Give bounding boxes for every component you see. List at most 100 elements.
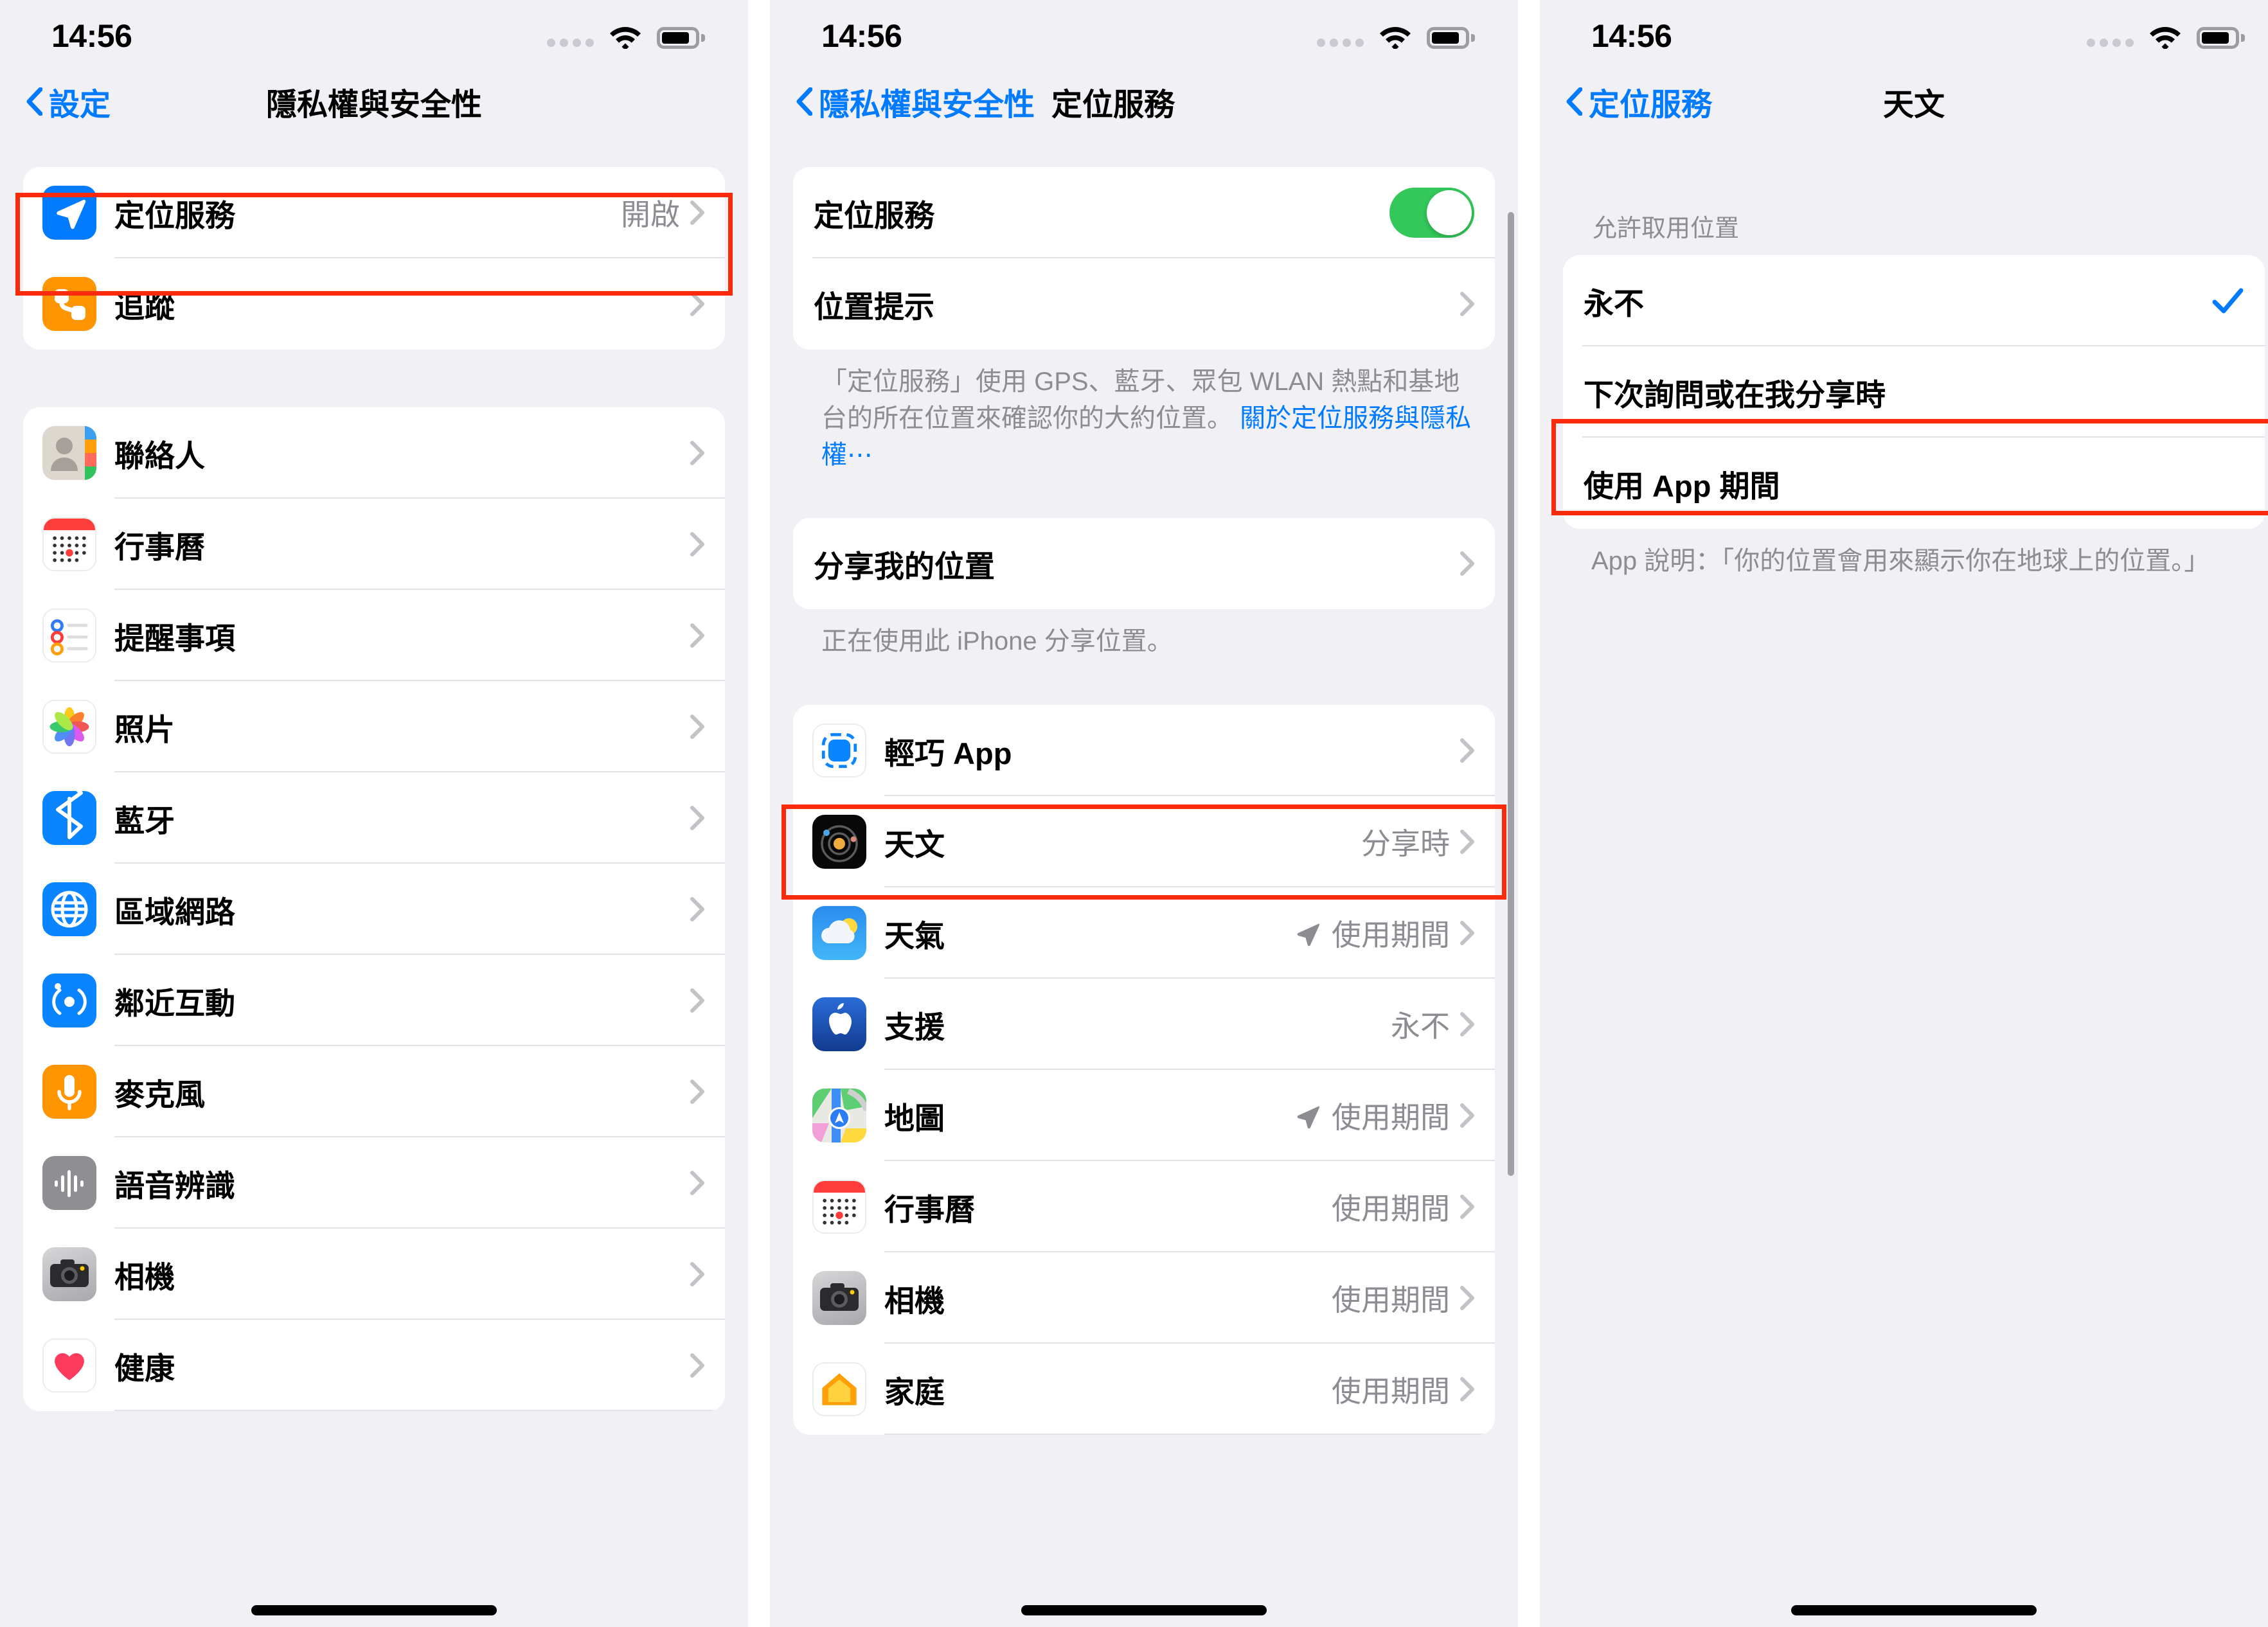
- option-label: 使用 App 期間: [1584, 468, 1780, 503]
- chevron-right-icon: [690, 1171, 704, 1195]
- list-item-right: 永不: [1391, 1003, 1474, 1045]
- back-button-settings[interactable]: 設定: [26, 79, 111, 124]
- phone-screen-privacy-security: 14:56 設定 隱私權與安全性 定位服務 開啟 追蹤 聯絡人 行事曆 提醒事項…: [0, 0, 748, 1627]
- apps-location-group: 輕巧 App 天文 分享時 天氣 使用期間 支援 永不 地圖 使用期間 行事曆 …: [793, 705, 1495, 1436]
- list-item-value: 永不: [1391, 1009, 1450, 1044]
- location-arrow-icon: [1297, 1106, 1320, 1129]
- speech-recognition-icon: [42, 1156, 96, 1210]
- list-item-label: 天文: [884, 827, 945, 862]
- cellular-signal-icon: [547, 39, 594, 49]
- calendar-icon: [42, 517, 96, 571]
- list-item-right: 使用期間: [1293, 912, 1474, 954]
- list-item-photos[interactable]: 照片: [23, 681, 725, 772]
- list-item-bluetooth[interactable]: 藍牙: [23, 772, 725, 864]
- back-button-label: 設定: [49, 88, 111, 122]
- list-item-location-alerts[interactable]: 位置提示: [793, 258, 1495, 350]
- chevron-right-icon: [690, 441, 704, 465]
- list-item-right: 分享時: [1361, 821, 1474, 863]
- list-item-contacts[interactable]: 聯絡人: [23, 407, 725, 499]
- list-item-right: 開啟: [621, 191, 704, 234]
- list-item-camera[interactable]: 相機: [23, 1229, 725, 1320]
- list-item-maps[interactable]: 地圖 使用期間: [793, 1070, 1495, 1162]
- option-label: 下次詢問或在我分享時: [1584, 377, 1886, 412]
- section-header-allow-location-access: 允許取用位置: [1593, 215, 1740, 242]
- panel-divider-2: [1518, 0, 1540, 1627]
- chevron-right-icon: [690, 1080, 704, 1104]
- chevron-right-icon: [690, 1353, 704, 1378]
- list-item-speech-recognition[interactable]: 語音辨識: [23, 1137, 725, 1229]
- phone-screen-location-services: 14:56 隱私權與安全性 定位服務 定位服務 位置提示 「定位服務」使用 GP…: [770, 0, 1518, 1627]
- list-item-calendar-2[interactable]: 行事曆 使用期間: [793, 1161, 1495, 1253]
- list-item-share-my-location[interactable]: 分享我的位置: [793, 518, 1495, 610]
- status-icons: [1317, 23, 1475, 49]
- list-item-astronomy[interactable]: 天文 分享時: [793, 796, 1495, 888]
- location-permission-options-group: 永不 下次詢問或在我分享時 使用 App 期間: [1563, 255, 2265, 529]
- local-network-icon: [42, 882, 96, 936]
- cellular-signal-icon: [2087, 39, 2134, 49]
- location-services-toggle[interactable]: [1389, 188, 1474, 238]
- list-item-right: 使用期間: [1332, 1368, 1474, 1410]
- option-while-using-the-app[interactable]: 使用 App 期間: [1563, 438, 2265, 529]
- back-button-location-services[interactable]: 定位服務: [1566, 79, 1712, 124]
- list-item-value: 使用期間: [1332, 1374, 1450, 1409]
- back-button-label: 隱私權與安全性: [819, 88, 1035, 122]
- panel2-content: 定位服務 位置提示 「定位服務」使用 GPS、藍牙、眾包 WLAN 熱點和基地台…: [770, 167, 1518, 1436]
- list-item-nearby-interactions[interactable]: 鄰近互動: [23, 955, 725, 1046]
- wifi-icon: [610, 27, 641, 49]
- chevron-right-icon: [690, 623, 704, 648]
- app-clips-icon: [812, 724, 866, 778]
- list-item-label: 分享我的位置: [814, 549, 995, 583]
- chevron-right-icon: [1460, 1286, 1474, 1311]
- home-indicator-1: [251, 1605, 497, 1615]
- location-arrow-icon: [1297, 923, 1320, 947]
- reminders-icon: [42, 609, 96, 662]
- list-item-label: 位置提示: [814, 289, 934, 324]
- status-bar-1: 14:56: [0, 0, 748, 72]
- list-item-label: 相機: [114, 1259, 175, 1294]
- list-item-support[interactable]: 支援 永不: [793, 979, 1495, 1071]
- list-item-location-services-toggle[interactable]: 定位服務: [793, 167, 1495, 258]
- option-ask-next-time-or-when-i-share[interactable]: 下次詢問或在我分享時: [1563, 346, 2265, 438]
- list-item-reminders[interactable]: 提醒事項: [23, 590, 725, 681]
- app-explanation-footnote: App 說明：「你的位置會用來顯示你在地球上的位置。」: [1591, 547, 2210, 575]
- page-title-1: 隱私權與安全性: [265, 88, 482, 122]
- option-never[interactable]: 永不: [1563, 255, 2265, 346]
- list-item-label: 鄰近互動: [114, 986, 235, 1020]
- microphone-icon: [42, 1065, 96, 1119]
- list-item-microphone[interactable]: 麥克風: [23, 1046, 725, 1137]
- list-item-value: 開啟: [621, 198, 680, 231]
- cellular-signal-icon: [1317, 39, 1364, 49]
- chevron-right-icon: [690, 715, 704, 739]
- list-item-tracking[interactable]: 追蹤: [23, 258, 725, 350]
- camera-icon: [42, 1247, 96, 1301]
- chevron-right-icon: [1460, 292, 1474, 316]
- list-item-location-services[interactable]: 定位服務 開啟: [23, 167, 725, 258]
- checkmark-icon: [2212, 288, 2244, 314]
- list-item-calendar[interactable]: 行事曆: [23, 499, 725, 590]
- list-item-weather[interactable]: 天氣 使用期間: [793, 887, 1495, 979]
- list-item-value: 使用期間: [1332, 1192, 1450, 1226]
- calendar-icon: [812, 1180, 866, 1234]
- status-icons: [547, 23, 705, 49]
- privacy-top-group: 定位服務 開啟 追蹤: [23, 167, 725, 350]
- camera-icon: [812, 1271, 866, 1326]
- list-item-app-clips[interactable]: 輕巧 App: [793, 705, 1495, 797]
- list-item-camera-2[interactable]: 相機 使用期間: [793, 1252, 1495, 1344]
- status-bar-3: 14:56: [1540, 0, 2268, 72]
- chevron-right-icon: [690, 1262, 704, 1286]
- wifi-icon: [2150, 27, 2181, 49]
- status-time: 14:56: [1591, 18, 1672, 54]
- list-item-label: 地圖: [884, 1101, 945, 1135]
- back-button-label: 定位服務: [1589, 88, 1713, 122]
- list-item-health[interactable]: 健康: [23, 1320, 725, 1411]
- list-item-value: 使用期間: [1332, 918, 1450, 952]
- vertical-scrollbar[interactable]: [1508, 212, 1514, 1176]
- chevron-right-icon: [1460, 551, 1474, 576]
- list-item-label: 定位服務: [114, 198, 235, 233]
- back-button-privacy-security[interactable]: 隱私權與安全性: [796, 79, 1035, 124]
- list-item-home[interactable]: 家庭 使用期間: [793, 1344, 1495, 1436]
- wifi-icon: [1380, 27, 1411, 49]
- list-item-local-network[interactable]: 區域網路: [23, 864, 725, 955]
- list-item-label: 區域網路: [114, 894, 235, 929]
- list-item-right: 使用期間: [1332, 1277, 1474, 1319]
